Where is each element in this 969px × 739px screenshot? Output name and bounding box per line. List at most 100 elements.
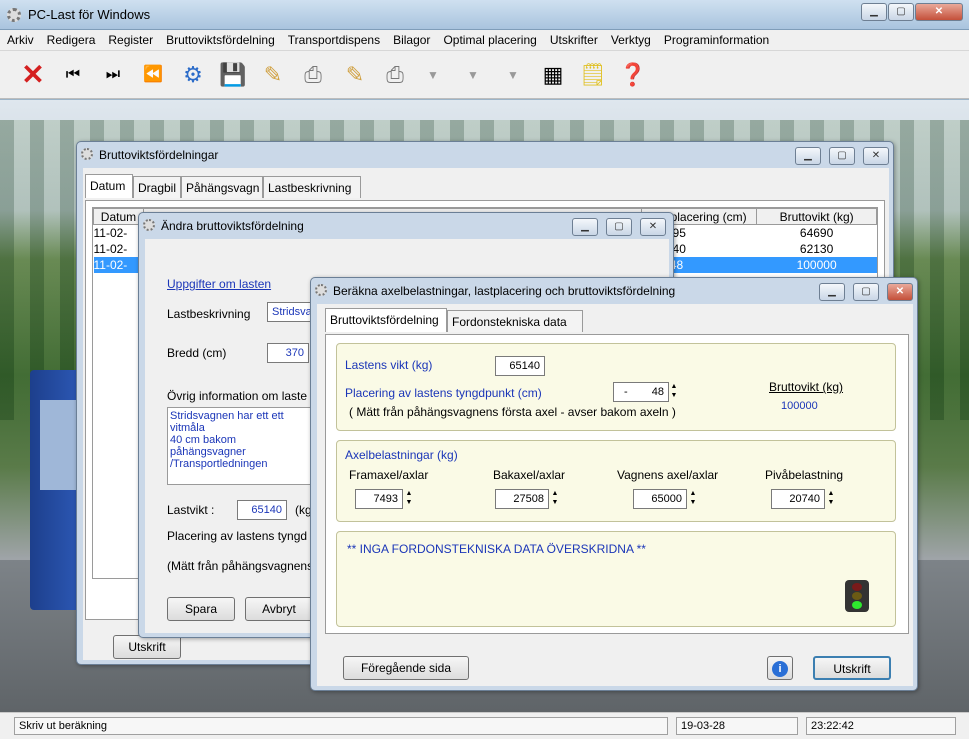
maximize-button[interactable]: ▢ <box>829 147 855 165</box>
cell-datum: 11-02- <box>93 225 128 240</box>
menu-bilagor[interactable]: Bilagor <box>386 30 436 47</box>
menu-redigera[interactable]: Redigera <box>40 30 102 47</box>
minimize-button[interactable]: ▁ <box>861 3 887 21</box>
vagnens-axel-spinner[interactable]: ▲ ▼ <box>688 489 698 509</box>
close-icon[interactable]: ✕ <box>17 59 49 91</box>
lastvikt-label: Lastvikt : <box>167 503 215 517</box>
bruttovikt-value: 100000 <box>781 400 818 412</box>
bredd-label: Bredd (cm) <box>167 346 227 360</box>
framaxel-field[interactable]: 7493 <box>355 489 403 509</box>
down-arrow-icon[interactable]: ▼ <box>497 59 529 91</box>
utskrift-button[interactable]: Utskrift <box>113 635 181 659</box>
menu-programinformation[interactable]: Programinformation <box>657 30 775 47</box>
foregaende-sida-button[interactable]: Föregående sida <box>343 656 469 680</box>
window-title: Beräkna axelbelastningar, lastplacering … <box>333 284 676 298</box>
window-icon <box>315 284 327 296</box>
window-title: Bruttoviktsfördelningar <box>99 148 219 162</box>
framaxel-spinner[interactable]: ▲ ▼ <box>404 489 414 509</box>
print-icon[interactable]: ⎙ <box>297 59 329 91</box>
first-record-icon[interactable]: ⏮ <box>57 59 89 91</box>
close-button[interactable]: ✕ <box>640 218 666 236</box>
menu-optimal-placering[interactable]: Optimal placering <box>436 30 542 47</box>
lastens-vikt-label: Lastens vikt (kg) <box>345 358 433 372</box>
placering-spinner[interactable]: ▲ ▼ <box>669 382 679 402</box>
window-icon <box>143 219 155 231</box>
calculator-icon[interactable]: ▦ <box>537 59 569 91</box>
avbryt-button[interactable]: Avbryt <box>245 597 313 621</box>
tab-fordonstekniska-data[interactable]: Fordonstekniska data <box>447 310 583 332</box>
ovrig-label: Övrig information om laste <box>167 389 308 403</box>
close-window-button[interactable]: ✕ <box>915 3 963 21</box>
close-button[interactable]: ✕ <box>887 283 913 301</box>
menu-bar: Arkiv Redigera Register Bruttoviktsfördelni… <box>0 30 969 51</box>
pivabelastning-spinner[interactable]: ▲ ▼ <box>826 489 836 509</box>
tab-lastbeskrivning[interactable]: Lastbeskrivning <box>263 176 361 198</box>
menu-transportdispens[interactable]: Transportdispens <box>281 30 386 47</box>
window-icon <box>81 148 93 160</box>
tab-pahangsvagn[interactable]: Påhängsvagn <box>181 176 263 198</box>
previous-icon[interactable]: ⏪ <box>137 59 169 91</box>
spara-button[interactable]: Spara <box>167 597 235 621</box>
cell-datum: 11-02- <box>93 241 128 256</box>
placering-label: Placering av lastens tyngd <box>167 529 308 543</box>
tab-strip: Datum Dragbil Påhängsvagn Lastbeskrivnin… <box>85 174 885 200</box>
last-record-icon[interactable]: ⏭ <box>97 59 129 91</box>
tab-bruttoviktsfordelning[interactable]: Bruttoviktsfördelning <box>325 308 447 332</box>
app-title: PC-Last för Windows <box>28 7 151 22</box>
bakaxel-spinner[interactable]: ▲ ▼ <box>550 489 560 509</box>
status-date: 19-03-28 <box>676 717 798 735</box>
maximize-button[interactable]: ▢ <box>888 3 914 21</box>
utskrift-button[interactable]: Utskrift <box>813 656 891 680</box>
vagnens-axel-label: Vagnens axel/axlar <box>617 468 719 482</box>
info-icon[interactable]: i <box>767 656 793 680</box>
column-header-bruttovikt[interactable]: Bruttovikt (kg) <box>756 208 877 225</box>
maximize-button[interactable]: ▢ <box>606 218 632 236</box>
print-icon[interactable]: ⎙ <box>379 59 411 91</box>
edit-icon[interactable]: ✎ <box>339 59 371 91</box>
menu-arkiv[interactable]: Arkiv <box>0 30 40 47</box>
toolbar: ✕ ⏮ ⏭ ⏪ ⚙ 💾 ✎ ⎙ ✎ ⎙ ▼ ▼ ▼ ▦ 🗒 ❓ <box>0 51 969 99</box>
close-button[interactable]: ✕ <box>863 147 889 165</box>
vagnens-axel-field[interactable]: 65000 <box>633 489 687 509</box>
uppgifter-link[interactable]: Uppgifter om lasten <box>167 277 271 291</box>
tab-panel: Lastens vikt (kg) 65140 Placering av las… <box>325 334 909 634</box>
menu-bruttoviktsfordelning[interactable]: Bruttoviktsfördelning <box>159 30 281 47</box>
traffic-light-icon <box>845 580 869 612</box>
status-bar: Skriv ut beräkning 19-03-28 23:22:42 <box>0 712 969 739</box>
notes-icon[interactable]: 🗒 <box>577 59 609 91</box>
minimize-button[interactable]: ▁ <box>819 283 845 301</box>
placering-field[interactable]: - 48 <box>613 382 669 402</box>
minimize-button[interactable]: ▁ <box>795 147 821 165</box>
settings-icon[interactable]: ⚙ <box>177 59 209 91</box>
lastvikt-field[interactable]: 65140 <box>237 500 287 520</box>
menu-verktyg[interactable]: Verktyg <box>604 30 657 47</box>
berakna-axelbelastningar-window: Beräkna axelbelastningar, lastplacering … <box>310 277 918 691</box>
framaxel-label: Framaxel/axlar <box>349 468 429 482</box>
column-header-datum[interactable]: Datum <box>93 208 144 225</box>
placering-sign: - <box>624 386 628 398</box>
tab-dragbil[interactable]: Dragbil <box>133 176 181 198</box>
lastbeskrivning-label: Lastbeskrivning <box>167 307 251 321</box>
minimize-button[interactable]: ▁ <box>572 218 598 236</box>
down-arrow-icon[interactable]: ▼ <box>457 59 489 91</box>
bakaxel-field[interactable]: 27508 <box>495 489 549 509</box>
help-icon[interactable]: ❓ <box>617 59 649 91</box>
cell-datum: 11-02- <box>93 256 144 273</box>
lastens-vikt-field[interactable]: 65140 <box>495 356 545 376</box>
save-icon[interactable]: 💾 <box>217 59 249 91</box>
ovrig-line-2: 40 cm bakom påhängsvagner <box>170 434 246 458</box>
placering-label: Placering av lastens tyngdpunkt (cm) <box>345 386 542 400</box>
bredd-field[interactable]: 370 <box>267 343 309 363</box>
maximize-button[interactable]: ▢ <box>853 283 879 301</box>
down-arrow-icon[interactable]: ▼ <box>417 59 449 91</box>
bruttovikt-label: Bruttovikt (kg) <box>769 380 844 394</box>
menu-utskrifter[interactable]: Utskrifter <box>543 30 604 47</box>
menu-register[interactable]: Register <box>101 30 159 47</box>
ovrig-textarea[interactable]: Stridsvagnen har ett ett vitmåla 40 cm b… <box>167 407 317 485</box>
ovrig-line-1: Stridsvagnen har ett ett vitmåla <box>170 410 284 434</box>
window-client: Bruttoviktsfördelning Fordonstekniska da… <box>317 304 913 686</box>
title-bar: PC-Last för Windows ▁ ▢ ✕ <box>0 0 969 30</box>
pivabelastning-field[interactable]: 20740 <box>771 489 825 509</box>
edit-icon[interactable]: ✎ <box>257 59 289 91</box>
tab-datum[interactable]: Datum <box>85 174 133 198</box>
